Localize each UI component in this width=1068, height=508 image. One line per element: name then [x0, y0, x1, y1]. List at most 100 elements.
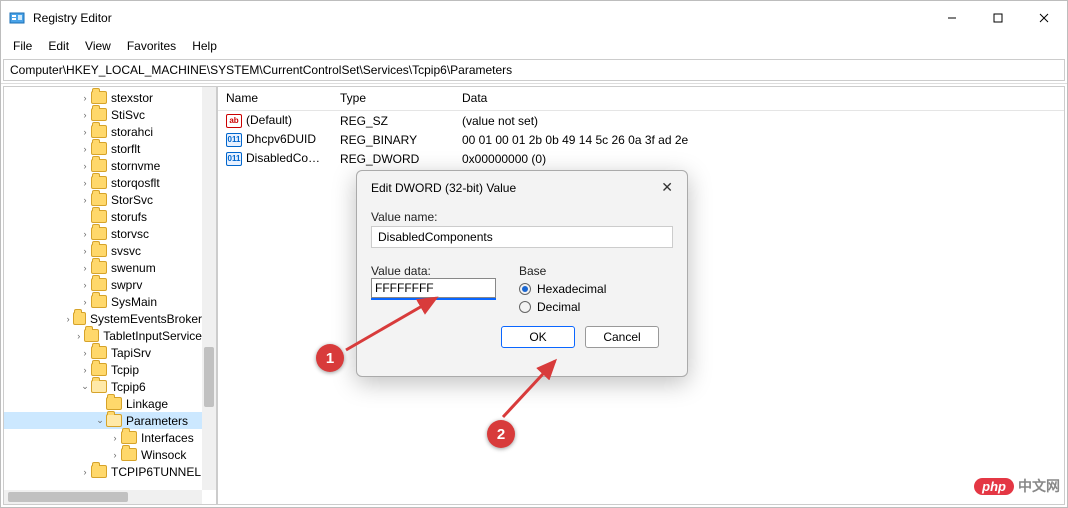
annotation-arrow-1: [340, 290, 450, 360]
chevron-down-icon[interactable]: ⌄: [94, 415, 106, 426]
tree-vertical-scrollbar[interactable]: [202, 87, 216, 490]
folder-icon: [106, 414, 122, 427]
cancel-button[interactable]: Cancel: [585, 326, 659, 348]
radio-icon: [519, 301, 531, 313]
column-header-type[interactable]: Type: [332, 87, 454, 110]
chevron-right-icon[interactable]: ›: [79, 246, 91, 256]
folder-icon: [73, 312, 86, 325]
chevron-right-icon[interactable]: ›: [79, 467, 91, 477]
app-icon: [9, 10, 25, 26]
tree-item[interactable]: ›stexstor: [4, 89, 202, 106]
list-row[interactable]: 011Dhcpv6DUIDREG_BINARY00 01 00 01 2b 0b…: [218, 130, 1064, 149]
folder-icon: [91, 380, 107, 393]
column-header-name[interactable]: Name: [218, 87, 332, 110]
chevron-right-icon[interactable]: ›: [79, 127, 91, 137]
chevron-right-icon[interactable]: ›: [79, 110, 91, 120]
tree-pane: ›stexstor›StiSvc›storahci›storflt›stornv…: [3, 86, 217, 505]
chevron-right-icon[interactable]: ›: [109, 450, 121, 460]
value-name-cell: (Default): [246, 113, 292, 127]
chevron-right-icon[interactable]: ›: [79, 195, 91, 205]
value-name-field[interactable]: DisabledComponents: [371, 226, 673, 248]
tree-item[interactable]: ›stornvme: [4, 157, 202, 174]
chevron-right-icon[interactable]: ›: [79, 280, 91, 290]
tree-item[interactable]: Linkage: [4, 395, 202, 412]
close-button[interactable]: [1021, 1, 1067, 35]
chevron-right-icon[interactable]: ›: [79, 229, 91, 239]
tree-item[interactable]: ›TapiSrv: [4, 344, 202, 361]
tree-horizontal-scrollbar[interactable]: [4, 490, 202, 504]
ok-button[interactable]: OK: [501, 326, 575, 348]
menu-favorites[interactable]: Favorites: [119, 37, 184, 55]
tree-item[interactable]: ›SysMain: [4, 293, 202, 310]
chevron-right-icon[interactable]: ›: [79, 263, 91, 273]
folder-icon: [91, 261, 107, 274]
tree-item[interactable]: ›Tcpip: [4, 361, 202, 378]
tree-item-label: storqosflt: [111, 176, 160, 190]
tree-item-label: svsvc: [111, 244, 141, 258]
column-header-data[interactable]: Data: [454, 87, 1064, 110]
annotation-marker-2: 2: [487, 420, 515, 448]
folder-icon: [91, 465, 107, 478]
chevron-right-icon[interactable]: ›: [79, 144, 91, 154]
maximize-button[interactable]: [975, 1, 1021, 35]
chevron-right-icon[interactable]: ›: [79, 93, 91, 103]
tree-item[interactable]: › swenum: [4, 259, 202, 276]
tree-item[interactable]: ›storflt: [4, 140, 202, 157]
tree-item-label: Tcpip6: [111, 380, 146, 394]
chevron-down-icon[interactable]: ⌄: [79, 381, 91, 392]
radio-decimal[interactable]: Decimal: [519, 300, 673, 314]
chevron-right-icon[interactable]: ›: [63, 314, 73, 324]
menu-edit[interactable]: Edit: [40, 37, 77, 55]
value-name-label: Value name:: [371, 210, 673, 224]
tree-item[interactable]: ⌄ Tcpip6: [4, 378, 202, 395]
radio-icon: [519, 283, 531, 295]
tree-item[interactable]: ›StorSvc: [4, 191, 202, 208]
radio-hexadecimal[interactable]: Hexadecimal: [519, 282, 673, 296]
chevron-right-icon[interactable]: ›: [73, 331, 84, 341]
tree-item-label: StiSvc: [111, 108, 145, 122]
tree-item[interactable]: ⌄Parameters: [4, 412, 202, 429]
tree-item[interactable]: ›Interfaces: [4, 429, 202, 446]
menu-file[interactable]: File: [5, 37, 40, 55]
scrollbar-thumb[interactable]: [204, 347, 214, 407]
folder-icon: [84, 329, 99, 342]
tree-item[interactable]: ›storahci: [4, 123, 202, 140]
chevron-right-icon[interactable]: ›: [109, 433, 121, 443]
dialog-close-button[interactable]: ✕: [657, 179, 677, 196]
tree-item[interactable]: ›SystemEventsBroker: [4, 310, 202, 327]
scrollbar-thumb[interactable]: [8, 492, 128, 502]
titlebar: Registry Editor: [1, 1, 1067, 35]
address-bar[interactable]: Computer\HKEY_LOCAL_MACHINE\SYSTEM\Curre…: [3, 59, 1065, 81]
value-name-cell: DisabledCompo...: [246, 151, 332, 165]
tree-item[interactable]: › storqosflt: [4, 174, 202, 191]
list-row[interactable]: ab(Default)REG_SZ(value not set): [218, 111, 1064, 130]
tree-item[interactable]: storufs: [4, 208, 202, 225]
folder-icon: [121, 448, 137, 461]
tree-item[interactable]: ›Winsock: [4, 446, 202, 463]
tree-item-label: swenum: [111, 261, 156, 275]
list-header: Name Type Data: [218, 87, 1064, 111]
tree-item[interactable]: ›storvsc: [4, 225, 202, 242]
chevron-right-icon[interactable]: ›: [79, 178, 91, 188]
watermark: php 中文网: [974, 476, 1060, 496]
chevron-right-icon[interactable]: ›: [79, 348, 91, 358]
value-type-cell: REG_BINARY: [332, 132, 454, 148]
window-title: Registry Editor: [33, 11, 112, 25]
chevron-right-icon[interactable]: ›: [79, 161, 91, 171]
tree-item[interactable]: › StiSvc: [4, 106, 202, 123]
watermark-text: 中文网: [1018, 476, 1060, 496]
annotation-marker-1: 1: [316, 344, 344, 372]
chevron-right-icon[interactable]: ›: [79, 365, 91, 375]
tree-item[interactable]: ›TabletInputService: [4, 327, 202, 344]
folder-icon: [91, 278, 107, 291]
menu-view[interactable]: View: [77, 37, 119, 55]
tree-item[interactable]: ›swprv: [4, 276, 202, 293]
dialog-title: Edit DWORD (32-bit) Value: [371, 181, 516, 195]
tree-item[interactable]: ›TCPIP6TUNNEL: [4, 463, 202, 480]
minimize-button[interactable]: [929, 1, 975, 35]
menu-help[interactable]: Help: [184, 37, 225, 55]
list-row[interactable]: 011DisabledCompo...REG_DWORD0x00000000 (…: [218, 149, 1064, 168]
folder-icon: [91, 125, 107, 138]
tree-item[interactable]: › svsvc: [4, 242, 202, 259]
chevron-right-icon[interactable]: ›: [79, 297, 91, 307]
